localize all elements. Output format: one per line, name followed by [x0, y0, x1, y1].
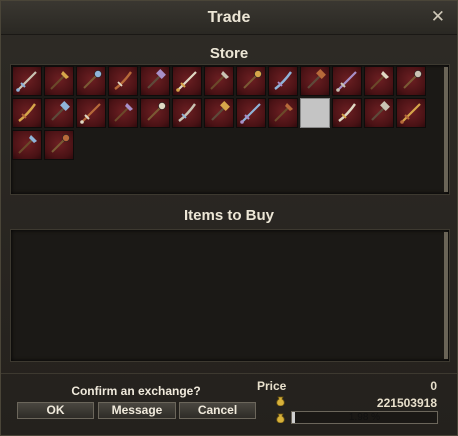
curved-knife-icon — [240, 103, 261, 124]
store-item-slot[interactable] — [44, 66, 74, 96]
rapier-icon — [18, 135, 37, 154]
store-scrollbar[interactable] — [444, 67, 448, 192]
pitchfork-icon — [50, 71, 69, 90]
weight-bag-icon — [276, 413, 285, 423]
store-item-slot[interactable] — [268, 98, 298, 128]
store-item-slot[interactable] — [332, 66, 362, 96]
store-item-slot[interactable] — [12, 66, 42, 96]
lantern-staff-icon — [178, 103, 196, 122]
buy-scroll-thumb[interactable] — [444, 232, 448, 359]
confirm-exchange-text: Confirm an exchange? — [71, 384, 201, 398]
message-button[interactable]: Message — [98, 402, 176, 419]
axe-icon — [336, 71, 357, 92]
store-item-slot[interactable] — [236, 66, 266, 96]
weight-progress-bar: 1.98 % — [291, 411, 438, 424]
golden-blade-icon — [307, 69, 326, 89]
store-scroll-thumb[interactable] — [444, 67, 448, 192]
steel-dagger-icon — [400, 103, 421, 124]
title-bar[interactable]: Trade ✕ — [1, 1, 457, 35]
store-item-slot[interactable] — [236, 98, 266, 128]
trade-window: Trade ✕ Store Items to Buy Confirm an ex… — [0, 0, 458, 436]
money-value: 221503918 — [376, 396, 437, 410]
serpent-staff-icon — [80, 103, 101, 124]
store-item-slot[interactable] — [12, 98, 42, 128]
store-item-slot[interactable] — [108, 98, 138, 128]
store-item-grid — [12, 66, 427, 161]
heavy-hammer-icon — [114, 103, 133, 122]
store-item-slot[interactable] — [332, 98, 362, 128]
store-item-slot[interactable] — [108, 66, 138, 96]
frost-staff-icon — [210, 71, 229, 90]
store-item-slot[interactable] — [12, 130, 42, 160]
sword-crossed-icon — [16, 71, 37, 92]
broad-sword-icon — [51, 134, 70, 153]
store-item-slot[interactable] — [44, 98, 74, 128]
fire-wand-icon — [18, 103, 36, 122]
price-label: Price — [257, 379, 287, 393]
trade-footer: Confirm an exchange? OK Message Cancel P… — [1, 373, 457, 435]
store-item-slot[interactable] — [396, 98, 426, 128]
items-to-buy-panel[interactable] — [10, 229, 450, 362]
store-item-slot[interactable] — [76, 66, 106, 96]
window-title: Trade — [207, 9, 251, 26]
ornate-mace-icon — [147, 102, 166, 121]
violet-wand-icon — [51, 101, 70, 121]
trident-icon — [147, 69, 166, 89]
scythe-blade-icon — [274, 103, 293, 122]
store-item-slot[interactable] — [364, 66, 394, 96]
store-item-slot[interactable] — [76, 98, 106, 128]
store-item-slot[interactable] — [140, 98, 170, 128]
buy-scrollbar[interactable] — [444, 232, 448, 359]
weight-progress-label: 1.98 % — [348, 412, 381, 423]
store-heading: Store — [209, 45, 249, 62]
close-icon[interactable]: ✕ — [431, 7, 445, 27]
ice-scepter-icon — [403, 70, 422, 89]
store-item-slot[interactable] — [396, 66, 426, 96]
store-item-slot[interactable] — [204, 98, 234, 128]
spiked-mace-icon — [83, 70, 102, 89]
store-item-slot[interactable] — [140, 66, 170, 96]
long-sword-icon — [274, 71, 292, 90]
short-dagger-icon — [211, 101, 230, 121]
flame-staff-icon — [176, 71, 197, 92]
store-item-slot[interactable] — [204, 66, 234, 96]
money-bag-icon — [276, 396, 285, 406]
gilded-dagger-icon — [371, 101, 390, 121]
silver-sword-icon — [338, 103, 356, 122]
price-value: 0 — [430, 379, 437, 393]
store-item-slot[interactable] — [300, 98, 330, 128]
store-panel — [10, 64, 450, 195]
store-item-slot[interactable] — [172, 66, 202, 96]
war-hammer-icon — [114, 71, 132, 90]
ok-button[interactable]: OK — [17, 402, 94, 419]
store-item-slot[interactable] — [300, 66, 330, 96]
items-to-buy-heading: Items to Buy — [183, 207, 274, 224]
crescent-staff-icon — [370, 71, 389, 90]
cancel-button[interactable]: Cancel — [179, 402, 256, 419]
store-item-slot[interactable] — [364, 98, 394, 128]
store-item-slot[interactable] — [268, 66, 298, 96]
store-item-slot[interactable] — [44, 130, 74, 160]
store-item-slot[interactable] — [172, 98, 202, 128]
crimson-spear-icon — [243, 70, 262, 89]
